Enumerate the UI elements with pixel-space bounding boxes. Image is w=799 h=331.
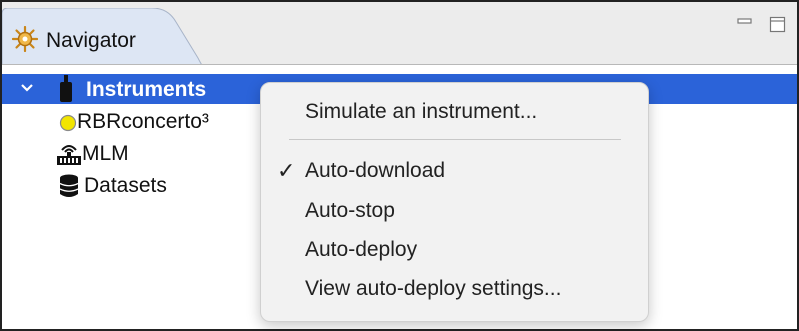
chevron-down-icon[interactable] [20,81,34,100]
minimize-icon[interactable] [737,16,753,35]
database-icon [58,174,80,203]
tab-divider [2,64,797,65]
menu-item-label: View auto-deploy settings... [305,277,562,300]
menu-item-auto-stop[interactable]: Auto-stop [261,194,648,228]
menu-separator [289,139,621,140]
checkmark-icon: ✓ [277,158,296,183]
tree-item-label: Instruments [86,78,207,101]
menu-item-view-auto-deploy-settings[interactable]: View auto-deploy settings... [261,272,648,306]
menu-item-label: Auto-download [305,159,446,182]
menu-item-label: Auto-stop [305,199,395,222]
view-tab-bar: Navigator [2,2,797,65]
navigator-icon [11,25,39,53]
tree-item-label: MLM [82,142,129,165]
menu-item-auto-download[interactable]: ✓ Auto-download [261,154,648,188]
menu-item-auto-deploy[interactable]: Auto-deploy [261,233,648,267]
menu-item-simulate-instrument[interactable]: Simulate an instrument... [261,95,648,129]
navigator-view: Navigator Instruments RBRconcerto³ MLM D… [0,0,799,331]
mlm-device-icon [56,142,82,171]
tab-title: Navigator [46,29,136,52]
menu-item-label: Simulate an instrument... [305,100,538,123]
instrument-icon [58,75,74,108]
tree-item-label: RBRconcerto³ [77,110,209,133]
maximize-icon[interactable] [769,16,787,39]
status-circle-icon [59,114,77,137]
menu-item-label: Auto-deploy [305,238,418,261]
context-menu: Simulate an instrument... ✓ Auto-downloa… [260,82,649,322]
tree-item-label: Datasets [84,174,167,197]
